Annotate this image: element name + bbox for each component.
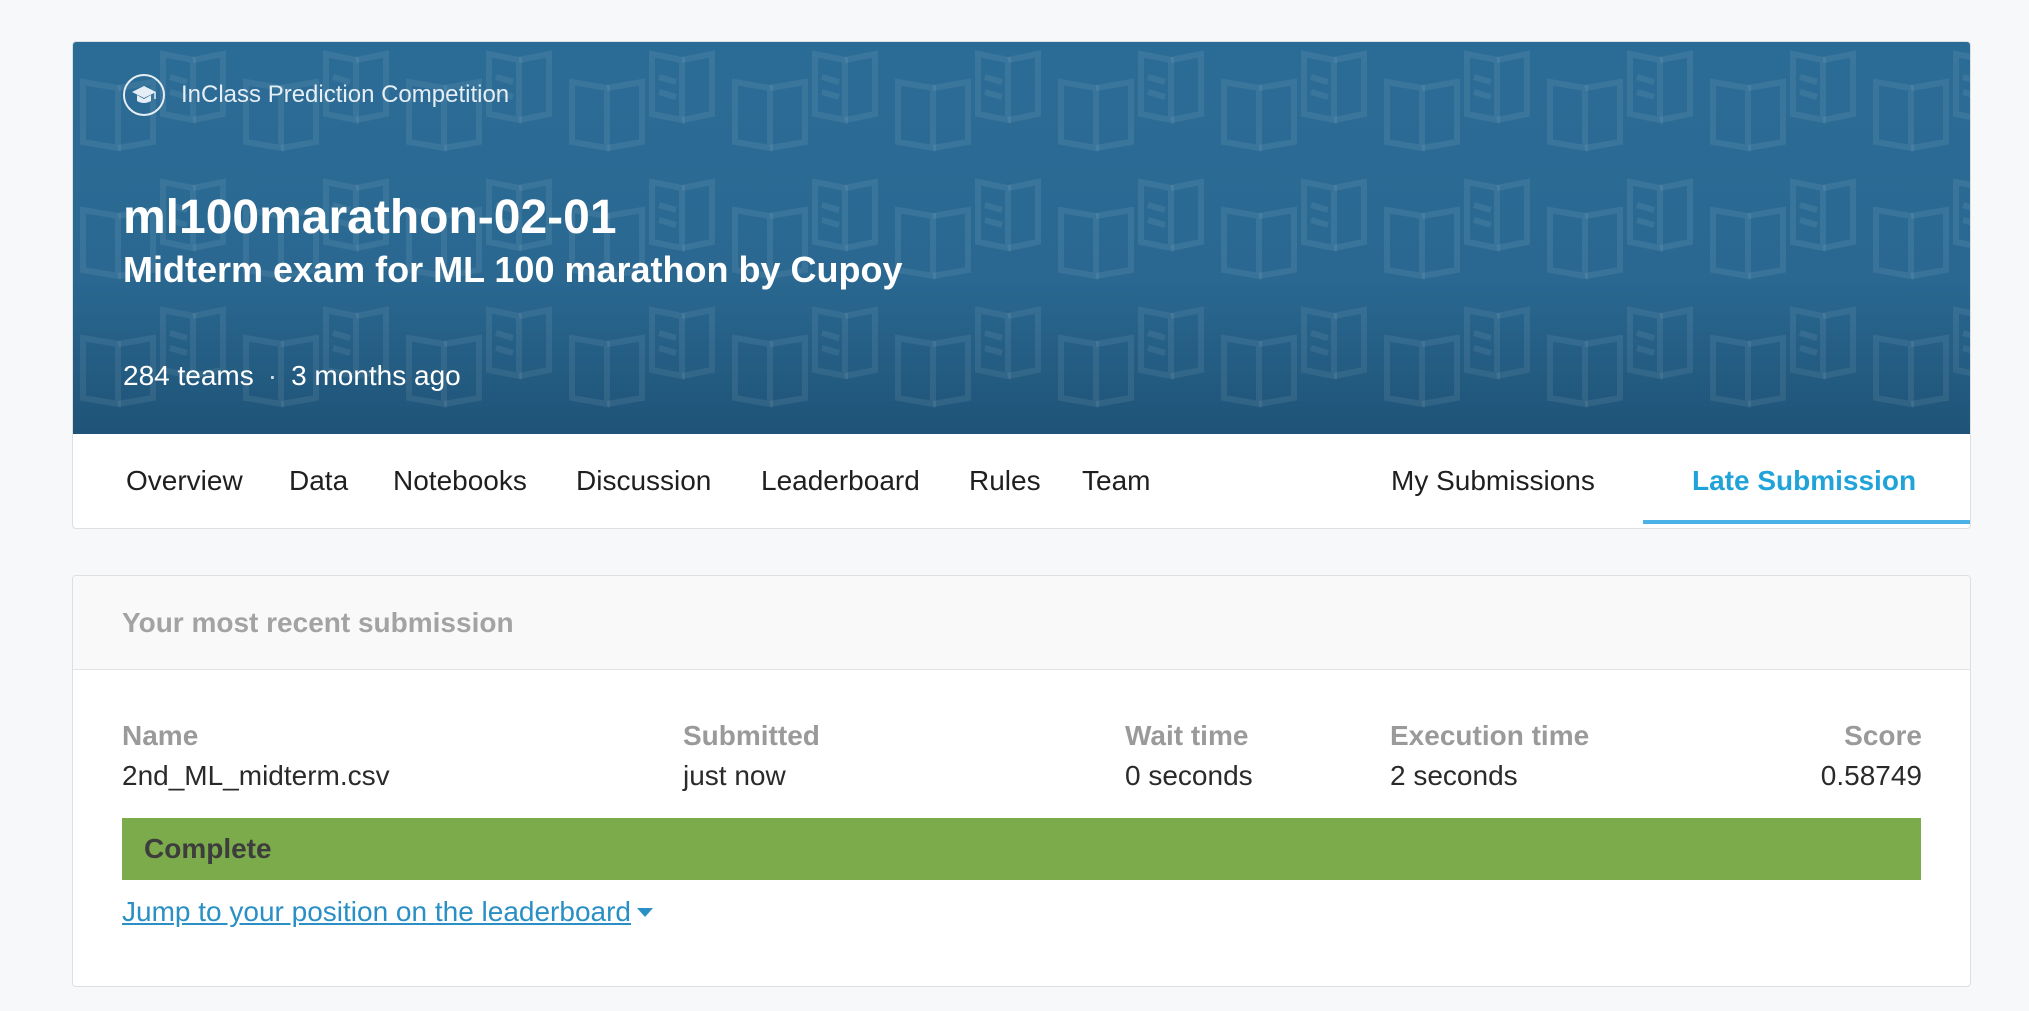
jump-link-label: Jump to your position on the leaderboard	[122, 896, 631, 927]
tab-notebooks[interactable]: Notebooks	[393, 434, 527, 528]
tab-team[interactable]: Team	[1082, 434, 1150, 528]
submission-status-label: Complete	[144, 833, 272, 864]
team-count: 284 teams	[123, 360, 254, 391]
column-header-submitted: Submitted	[683, 720, 820, 751]
competition-title: ml100marathon-02-01	[123, 191, 617, 244]
submission-wait-time: 0 seconds	[1125, 760, 1253, 791]
graduation-cap-icon	[123, 74, 165, 116]
submission-execution-time: 2 seconds	[1390, 760, 1518, 791]
meta-separator: ·	[267, 360, 278, 391]
competition-subtitle: Midterm exam for ML 100 marathon by Cupo…	[123, 249, 903, 290]
jump-to-leaderboard-link[interactable]: Jump to your position on the leaderboard	[122, 896, 653, 928]
competition-meta: 284 teams · 3 months ago	[123, 358, 461, 394]
competition-header-card: InClass Prediction Competition ml100mara…	[72, 41, 1971, 529]
column-header-execution-time: Execution time	[1390, 720, 1590, 751]
competition-age: 3 months ago	[291, 360, 461, 391]
tab-leaderboard[interactable]: Leaderboard	[761, 434, 920, 528]
competition-tabs: Overview Data Notebooks Discussion Leade…	[73, 434, 1970, 528]
submission-score: 0.58749	[1820, 760, 1922, 791]
submission-submitted-time: just now	[683, 760, 786, 791]
tab-late-submission[interactable]: Late Submission	[1692, 434, 1916, 528]
competition-banner: InClass Prediction Competition ml100mara…	[73, 42, 1970, 434]
submission-card-title: Your most recent submission	[122, 607, 514, 638]
tab-discussion[interactable]: Discussion	[576, 434, 711, 528]
active-tab-indicator	[1643, 520, 1970, 524]
competition-type: InClass Prediction Competition	[123, 74, 509, 116]
tab-data[interactable]: Data	[289, 434, 348, 528]
column-header-wait-time: Wait time	[1125, 720, 1249, 751]
tab-my-submissions[interactable]: My Submissions	[1391, 434, 1595, 528]
submission-card-header: Your most recent submission	[73, 576, 1970, 670]
competition-type-label: InClass Prediction Competition	[181, 81, 510, 108]
submission-status-bar: Complete	[122, 818, 1921, 880]
submission-card: Your most recent submission Name 2nd_ML_…	[72, 575, 1971, 987]
caret-down-icon	[637, 907, 653, 917]
tab-overview[interactable]: Overview	[126, 434, 243, 528]
submission-file-name: 2nd_ML_midterm.csv	[122, 760, 390, 791]
column-header-name: Name	[122, 720, 199, 751]
column-header-score: Score	[1844, 720, 1922, 751]
tab-rules[interactable]: Rules	[969, 434, 1041, 528]
